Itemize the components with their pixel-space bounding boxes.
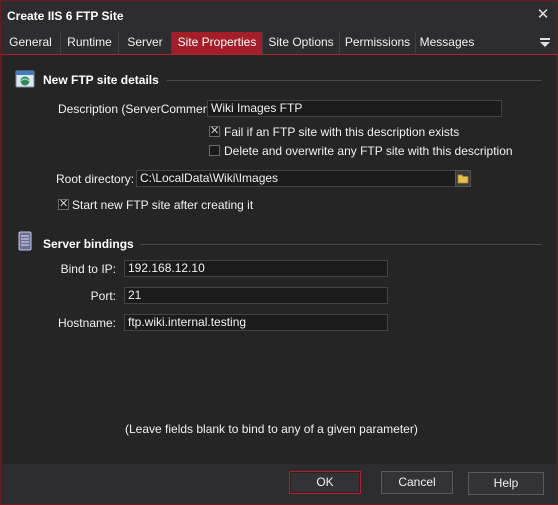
section-title-new-site: New FTP site details	[43, 73, 159, 87]
help-button[interactable]: Help	[468, 472, 544, 495]
bind-ip-label: Bind to IP:	[60, 262, 116, 276]
fail-if-exists-checkbox[interactable]: ✕	[209, 125, 220, 137]
check-mark-icon: ✕	[210, 125, 220, 137]
tab-server[interactable]: Server	[119, 32, 172, 54]
fail-if-exists-label: Fail if an FTP site with this descriptio…	[224, 125, 460, 139]
server-icon	[18, 231, 32, 251]
tab-permissions[interactable]: Permissions	[340, 32, 416, 54]
check-mark-icon: ✕	[59, 198, 69, 210]
close-icon[interactable]: ✕	[535, 7, 551, 23]
description-label: Description (ServerComment):	[58, 102, 221, 116]
bindings-note: (Leave fields blank to bind to any of a …	[125, 422, 418, 436]
window-title: Create IIS 6 FTP Site	[7, 9, 124, 23]
delete-overwrite-label: Delete and overwrite any FTP site with t…	[224, 144, 513, 158]
tab-content: New FTP site details Description (Server…	[2, 55, 556, 464]
delete-overwrite-checkbox[interactable]	[209, 145, 220, 156]
root-directory-input[interactable]: C:\LocalData\Wiki\Images	[136, 170, 456, 187]
tab-site-options[interactable]: Site Options	[263, 32, 340, 54]
section-title-server-bindings: Server bindings	[43, 237, 134, 251]
hostname-input[interactable]: ftp.wiki.internal.testing	[124, 314, 388, 331]
folder-icon	[457, 174, 469, 184]
browse-folder-button[interactable]	[455, 170, 471, 187]
description-input[interactable]: Wiki Images FTP	[207, 100, 502, 117]
ok-button[interactable]: OK	[289, 471, 361, 494]
hostname-label: Hostname:	[57, 316, 116, 330]
port-label: Port:	[90, 289, 116, 303]
title-bar: Create IIS 6 FTP Site ✕	[1, 1, 557, 31]
start-after-create-label: Start new FTP site after creating it	[72, 198, 254, 212]
ftp-site-icon	[15, 70, 35, 88]
button-bar: OK Cancel Help	[2, 464, 556, 504]
tab-runtime[interactable]: Runtime	[61, 32, 119, 54]
bind-ip-input[interactable]: 192.168.12.10	[124, 260, 388, 277]
root-directory-label: Root directory:	[56, 172, 135, 186]
tab-bar: General Runtime Server Site Properties S…	[1, 32, 557, 55]
tab-messages[interactable]: Messages	[416, 32, 478, 54]
port-input[interactable]: 21	[124, 287, 388, 304]
tab-site-properties[interactable]: Site Properties	[172, 32, 263, 54]
start-after-create-checkbox[interactable]: ✕	[58, 198, 69, 210]
menu-dropdown-icon[interactable]	[539, 36, 551, 50]
section-divider	[167, 80, 542, 81]
dialog-window: Create IIS 6 FTP Site ✕ General Runtime …	[0, 0, 558, 505]
section-divider	[140, 244, 542, 245]
cancel-button[interactable]: Cancel	[381, 471, 453, 494]
tab-general[interactable]: General	[1, 32, 61, 54]
